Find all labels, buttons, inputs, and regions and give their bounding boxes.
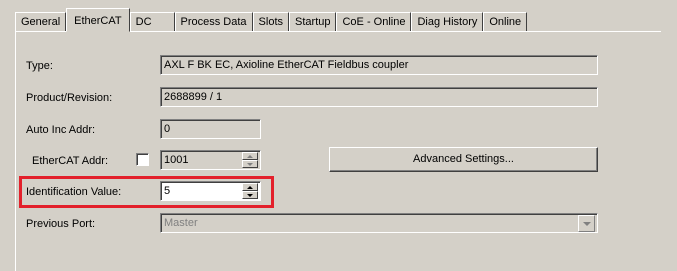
tab-bar: General EtherCAT DC Process Data Slots S… xyxy=(15,8,528,32)
auto-inc-addr-label: Auto Inc Addr: xyxy=(26,124,96,136)
tab-dc[interactable]: DC xyxy=(129,12,175,32)
product-revision-field: 2688899 / 1 xyxy=(160,87,598,107)
tab-coe-online[interactable]: CoE - Online xyxy=(336,12,412,32)
ethercat-addr-label: EtherCAT Addr: xyxy=(32,155,109,167)
auto-inc-addr-field: 0 xyxy=(160,119,261,139)
spin-up-icon[interactable] xyxy=(242,183,258,191)
spin-up-icon xyxy=(242,152,258,160)
type-label: Type: xyxy=(26,60,53,72)
spin-down-icon[interactable] xyxy=(242,191,258,199)
ethercat-addr-spinner xyxy=(242,152,258,168)
product-revision-label: Product/Revision: xyxy=(26,92,113,104)
previous-port-dropdown-button xyxy=(578,215,595,232)
tab-slots[interactable]: Slots xyxy=(252,12,290,32)
type-field: AXL F BK EC, Axioline EtherCAT Fieldbus … xyxy=(160,55,598,75)
tab-ethercat[interactable]: EtherCAT xyxy=(66,8,130,32)
tab-process-data[interactable]: Process Data xyxy=(174,12,253,32)
tab-diag-history[interactable]: Diag History xyxy=(411,12,484,32)
identification-value-label: Identification Value: xyxy=(26,186,122,198)
previous-port-label: Previous Port: xyxy=(26,218,96,230)
tab-startup[interactable]: Startup xyxy=(289,12,337,32)
tab-general[interactable]: General xyxy=(15,12,67,32)
previous-port-select: Master xyxy=(160,213,598,233)
tab-online[interactable]: Online xyxy=(483,12,528,32)
chevron-down-icon xyxy=(583,222,591,226)
identification-value-spinner[interactable] xyxy=(242,183,258,199)
advanced-settings-button[interactable]: Advanced Settings... xyxy=(329,147,598,172)
spin-down-icon xyxy=(242,160,258,168)
ethercat-addr-checkbox[interactable] xyxy=(136,153,149,166)
